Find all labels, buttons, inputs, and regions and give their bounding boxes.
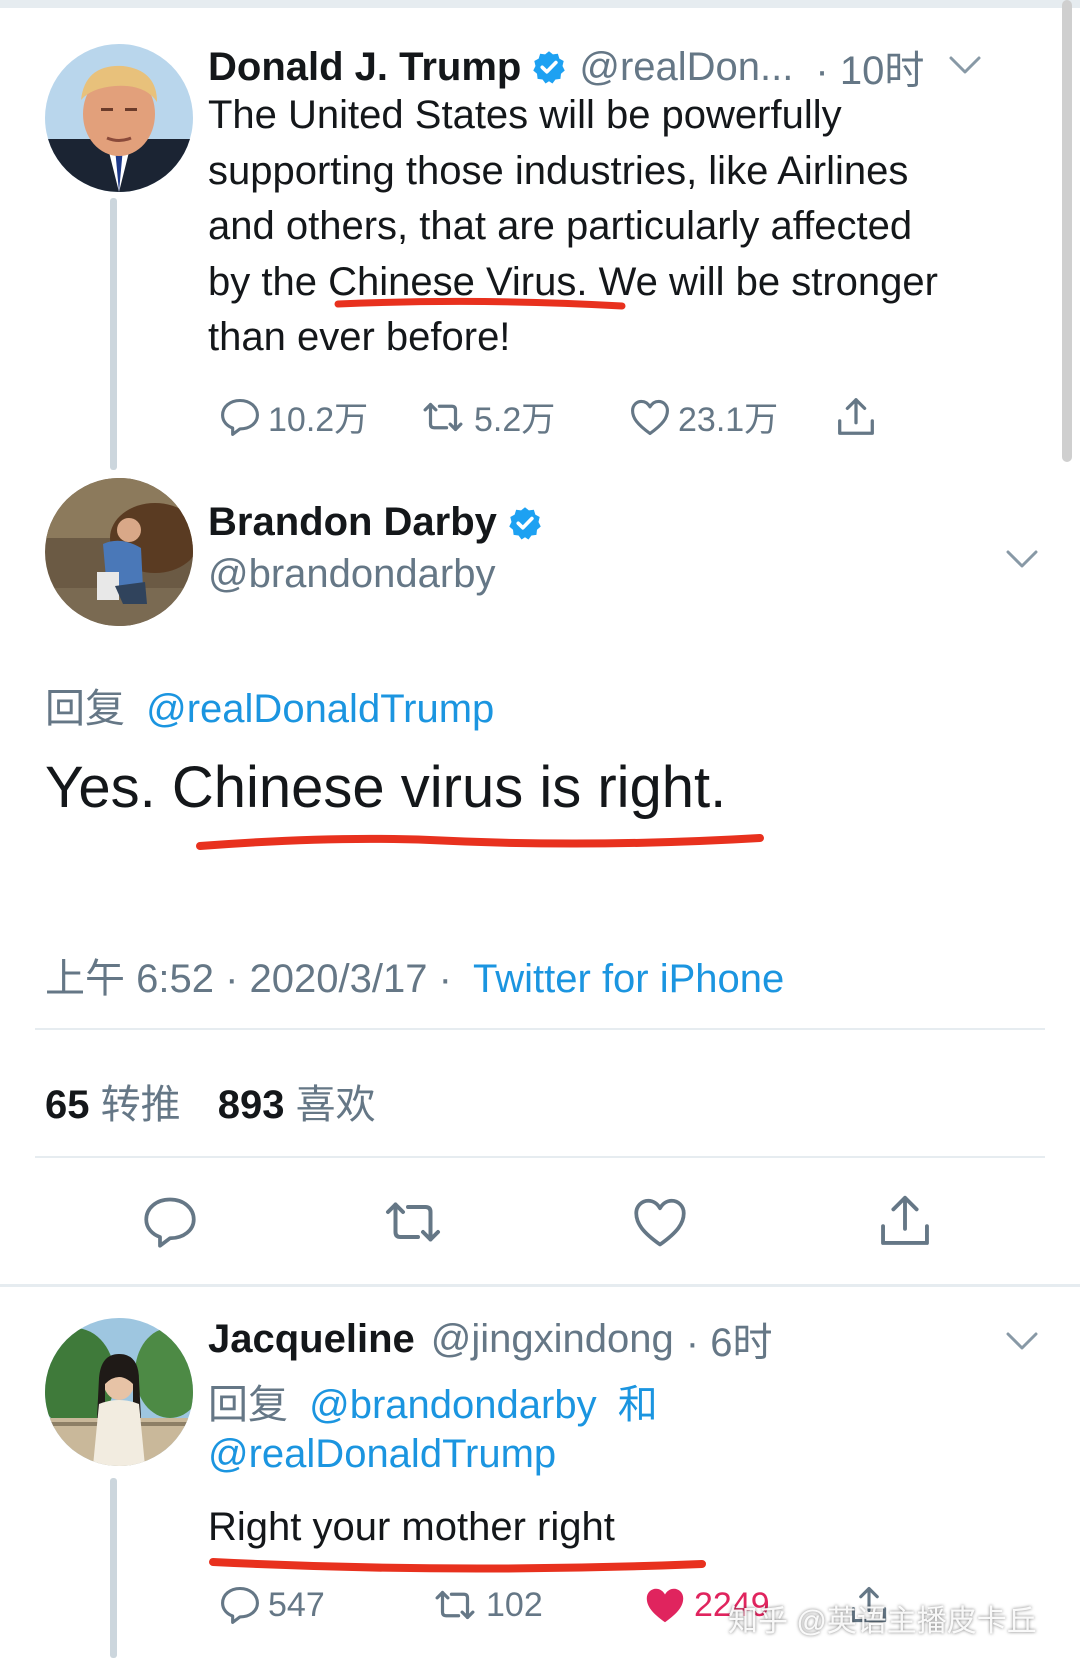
engagement-stats: 65 转推 893 喜欢 — [45, 1072, 376, 1130]
avatar-jacqueline[interactable] — [45, 1318, 193, 1466]
source-link[interactable]: Twitter for iPhone — [473, 957, 784, 1001]
reply-context: 回复 @realDonaldTrump — [45, 676, 494, 734]
top-edge — [0, 0, 1080, 8]
display-name[interactable]: Brandon Darby — [208, 500, 497, 545]
verified-badge-icon — [507, 505, 543, 541]
avatar-trump[interactable] — [45, 44, 193, 192]
mention-link[interactable]: @realDonaldTrump — [208, 1432, 556, 1476]
tweet-line: than ever before! — [208, 315, 511, 359]
reply-prefix: 回复 — [208, 1383, 288, 1427]
reply-icon — [221, 1586, 259, 1624]
heart-filled-icon — [646, 1588, 684, 1623]
share-icon — [881, 1195, 929, 1245]
display-name[interactable]: Jacqueline — [208, 1317, 415, 1362]
reply-context-line2: @realDonaldTrump — [208, 1432, 556, 1477]
focused-tweet-text: Yes. Chinese virus is right. — [45, 755, 727, 820]
avatar-brandon[interactable] — [45, 478, 193, 626]
watermark-text: 知乎 @英语主播皮卡丘 — [728, 1605, 1037, 1638]
tweet-body: The United States will be powerfully sup… — [208, 88, 1028, 366]
retweet-count: 102 — [486, 1585, 543, 1624]
reply-count: 547 — [268, 1585, 325, 1624]
reply-header: Jacqueline @jingxindong · 6时 — [208, 1310, 772, 1368]
like-button[interactable]: 23.1万 — [628, 392, 833, 441]
divider — [35, 1156, 1045, 1158]
chevron-down-icon[interactable] — [945, 50, 985, 80]
tweet-line: The United States will be powerfully — [208, 93, 842, 137]
heart-icon — [631, 399, 669, 435]
likes-stat[interactable]: 893 喜欢 — [218, 1083, 376, 1127]
retweet-button[interactable]: 5.2万 — [418, 392, 628, 441]
reply-count: 10.2万 — [268, 401, 369, 439]
thread-line — [110, 1478, 117, 1658]
mention-link[interactable]: @brandondarby — [309, 1383, 596, 1427]
verified-badge-icon — [531, 49, 567, 85]
reply-joiner: 和 — [617, 1383, 658, 1427]
like-count: 23.1万 — [678, 401, 779, 439]
retweet-button[interactable] — [378, 1192, 448, 1257]
reply-prefix: 回复 — [45, 687, 125, 731]
focused-header: Brandon Darby — [208, 500, 555, 545]
red-underline-annotation — [334, 297, 626, 310]
red-underline-annotation — [209, 1558, 706, 1573]
divider — [35, 1028, 1045, 1030]
retweet-count: 5.2万 — [474, 401, 556, 439]
reply-icon — [144, 1197, 196, 1248]
retweet-icon — [435, 1590, 475, 1620]
chevron-down-icon[interactable] — [1002, 544, 1042, 574]
share-button[interactable] — [833, 394, 885, 440]
username[interactable]: @realDon... — [579, 45, 793, 90]
section-divider — [0, 1284, 1080, 1287]
timestamp: 上午 6:52 · 2020/3/17 · — [45, 957, 452, 1001]
display-name[interactable]: Donald J. Trump — [208, 45, 521, 90]
chevron-down-icon[interactable] — [1002, 1326, 1042, 1356]
reply-button[interactable]: 547 — [218, 1583, 430, 1627]
retweets-stat[interactable]: 65 转推 — [45, 1083, 181, 1127]
tweet-actions: 10.2万 5.2万 23.1万 — [218, 392, 885, 441]
tweet-line: supporting those industries, like Airlin… — [208, 148, 909, 193]
reply-text: Right your mother right — [208, 1505, 615, 1549]
retweet-icon — [386, 1202, 440, 1242]
username[interactable]: @brandondarby — [208, 552, 495, 597]
like-button[interactable] — [630, 1192, 690, 1257]
tweet-meta: 上午 6:52 · 2020/3/17 · Twitter for iPhone — [45, 946, 784, 1004]
username[interactable]: @jingxindong — [431, 1317, 674, 1362]
reply-icon — [221, 398, 259, 436]
tweet-time[interactable]: · 6时 — [686, 1310, 773, 1368]
tweet-line: and others, that are particularly affect… — [208, 204, 913, 248]
retweet-icon — [423, 402, 463, 431]
share-button[interactable] — [874, 1190, 936, 1257]
retweet-button[interactable]: 102 — [430, 1583, 642, 1627]
reply-context: 回复 @brandondarby 和 — [208, 1372, 658, 1430]
reply-button[interactable]: 10.2万 — [218, 392, 418, 441]
thread-line — [110, 198, 117, 470]
reply-button[interactable] — [140, 1192, 200, 1257]
heart-icon — [634, 1198, 686, 1247]
share-icon — [838, 397, 874, 435]
mention-link[interactable]: @realDonaldTrump — [146, 687, 494, 731]
scrollbar[interactable] — [1062, 0, 1072, 462]
red-underline-annotation — [196, 834, 764, 850]
